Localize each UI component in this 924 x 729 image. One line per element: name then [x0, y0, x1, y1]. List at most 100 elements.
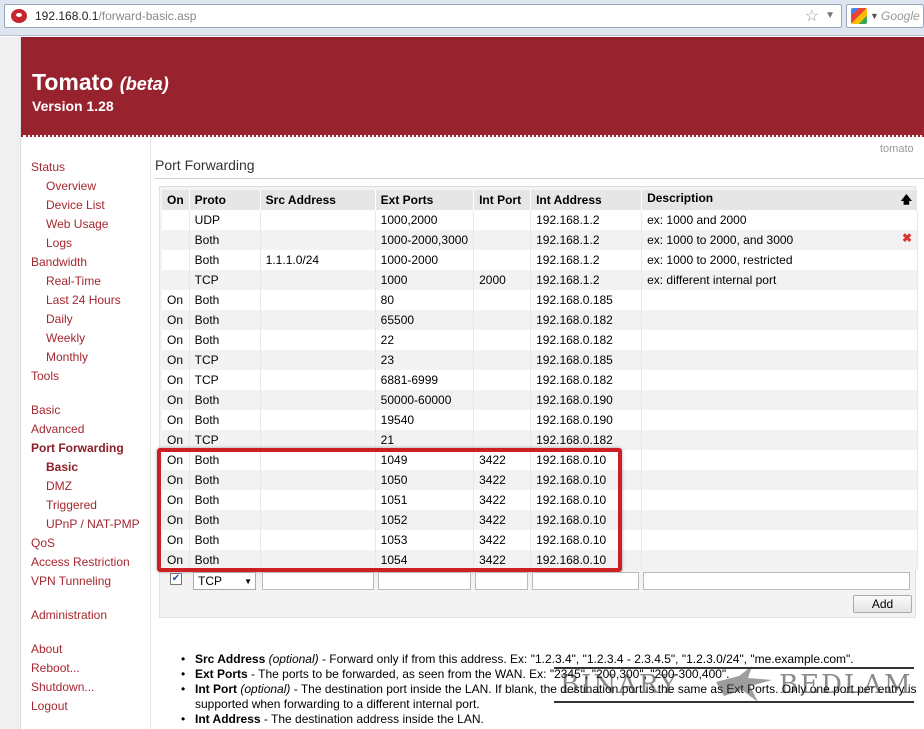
nav-daily[interactable]: Daily	[46, 312, 73, 326]
cell-ext-ports[interactable]: 23	[375, 350, 475, 370]
col-header-src-address[interactable]: Src Address	[260, 190, 376, 210]
table-row[interactable]: On Both 80 192.168.0.185	[162, 290, 919, 310]
cell-proto[interactable]: TCP	[189, 270, 261, 290]
cell-src-address[interactable]	[260, 330, 376, 350]
cell-ext-ports[interactable]: 50000-60000	[375, 390, 475, 410]
table-row[interactable]: On TCP 6881-6999 192.168.0.182	[162, 370, 919, 390]
cell-int-address[interactable]: 192.168.1.2	[530, 230, 643, 250]
cell-int-port[interactable]: 3422	[473, 530, 532, 550]
cell-description[interactable]	[641, 350, 919, 370]
cell-int-port[interactable]: 3422	[473, 490, 532, 510]
cell-int-port[interactable]	[473, 310, 532, 330]
cell-description[interactable]	[641, 330, 919, 350]
table-row[interactable]: On Both 1049 3422 192.168.0.10	[162, 450, 919, 470]
cell-proto[interactable]: Both	[189, 530, 261, 550]
chevron-down-icon[interactable]: ▼	[825, 10, 835, 21]
cell-proto[interactable]: Both	[189, 470, 261, 490]
cell-src-address[interactable]	[260, 550, 376, 570]
table-row[interactable]: On Both 65500 192.168.0.182	[162, 310, 919, 330]
table-row[interactable]: On Both 1051 3422 192.168.0.10	[162, 490, 919, 510]
nav-upnp[interactable]: UPnP / NAT-PMP	[46, 517, 140, 531]
cell-proto[interactable]: UDP	[189, 210, 261, 230]
cell-int-address[interactable]: 192.168.0.185	[530, 350, 643, 370]
cell-ext-ports[interactable]: 1050	[375, 470, 475, 490]
cell-int-port[interactable]: 3422	[473, 450, 532, 470]
cell-description[interactable]	[641, 450, 919, 470]
nav-qos[interactable]: QoS	[31, 536, 55, 550]
col-header-on[interactable]: On	[162, 190, 190, 210]
cell-on[interactable]	[162, 270, 190, 290]
table-row[interactable]: Both 1000-2000,3000 192.168.1.2 ex: 1000 to…	[162, 230, 919, 250]
cell-int-port[interactable]: 3422	[473, 550, 532, 570]
cell-description[interactable]: ex: 1000 to 2000, restricted	[641, 250, 919, 270]
table-row[interactable]: On TCP 21 192.168.0.182	[162, 430, 919, 450]
cell-ext-ports[interactable]: 1000-2000,3000	[375, 230, 475, 250]
nav-pf-basic[interactable]: Basic	[46, 460, 78, 474]
cell-proto[interactable]: Both	[189, 550, 261, 570]
cell-src-address[interactable]	[260, 210, 376, 230]
cell-int-address[interactable]: 192.168.0.10	[530, 450, 643, 470]
cell-int-address[interactable]: 192.168.0.10	[530, 490, 643, 510]
cell-int-port[interactable]	[473, 210, 532, 230]
table-row[interactable]: On Both 50000-60000 192.168.0.190	[162, 390, 919, 410]
cell-int-address[interactable]: 192.168.0.182	[530, 330, 643, 350]
nav-logs[interactable]: Logs	[46, 236, 72, 250]
cell-proto[interactable]: Both	[189, 510, 261, 530]
cell-description[interactable]	[641, 370, 919, 390]
cell-on[interactable]: On	[162, 530, 190, 550]
nav-administration[interactable]: Administration	[31, 608, 107, 622]
cell-src-address[interactable]	[260, 230, 376, 250]
cell-on[interactable]: On	[162, 350, 190, 370]
cell-int-port[interactable]	[473, 250, 532, 270]
cell-int-port[interactable]: 3422	[473, 470, 532, 490]
cell-proto[interactable]: Both	[189, 290, 261, 310]
col-header-proto[interactable]: Proto	[189, 190, 261, 210]
cell-ext-ports[interactable]: 65500	[375, 310, 475, 330]
cell-src-address[interactable]	[260, 370, 376, 390]
cell-int-address[interactable]: 192.168.0.182	[530, 430, 643, 450]
nav-overview[interactable]: Overview	[46, 179, 96, 193]
cell-ext-ports[interactable]: 19540	[375, 410, 475, 430]
new-ext-ports-input[interactable]	[378, 572, 471, 590]
cell-int-address[interactable]: 192.168.0.182	[530, 310, 643, 330]
cell-description[interactable]: ex: 1000 to 2000, and 3000	[641, 230, 919, 250]
cell-on[interactable]: On	[162, 550, 190, 570]
table-row[interactable]: On Both 22 192.168.0.182	[162, 330, 919, 350]
cell-int-address[interactable]: 192.168.1.2	[530, 210, 643, 230]
col-header-ext-ports[interactable]: Ext Ports	[375, 190, 475, 210]
cell-int-address[interactable]: 192.168.0.10	[530, 550, 643, 570]
cell-int-port[interactable]: 2000	[473, 270, 532, 290]
cell-description[interactable]	[641, 530, 919, 550]
nav-logout[interactable]: Logout	[31, 699, 68, 713]
cell-int-port[interactable]: 3422	[473, 510, 532, 530]
cell-on[interactable]: On	[162, 310, 190, 330]
nav-triggered[interactable]: Triggered	[46, 498, 97, 512]
cell-int-address[interactable]: 192.168.0.185	[530, 290, 643, 310]
nav-access-restriction[interactable]: Access Restriction	[31, 555, 130, 569]
nav-about[interactable]: About	[31, 642, 62, 656]
cell-ext-ports[interactable]: 1051	[375, 490, 475, 510]
cell-src-address[interactable]	[260, 430, 376, 450]
cell-description[interactable]	[641, 490, 919, 510]
table-row[interactable]: UDP 1000,2000 192.168.1.2 ex: 1000 and 2000	[162, 210, 919, 230]
table-row[interactable]: On Both 1050 3422 192.168.0.10	[162, 470, 919, 490]
cell-on[interactable]: On	[162, 510, 190, 530]
nav-weekly[interactable]: Weekly	[46, 331, 85, 345]
cell-description[interactable]	[641, 550, 919, 570]
cell-src-address[interactable]	[260, 410, 376, 430]
cell-int-port[interactable]	[473, 350, 532, 370]
cell-on[interactable]	[162, 230, 190, 250]
cell-proto[interactable]: Both	[189, 410, 261, 430]
cell-proto[interactable]: TCP	[189, 430, 261, 450]
nav-web-usage[interactable]: Web Usage	[46, 217, 108, 231]
cell-int-address[interactable]: 192.168.0.10	[530, 530, 643, 550]
cell-proto[interactable]: Both	[189, 230, 261, 250]
cell-ext-ports[interactable]: 80	[375, 290, 475, 310]
cell-description[interactable]	[641, 290, 919, 310]
cell-on[interactable]: On	[162, 490, 190, 510]
cell-on[interactable]: On	[162, 470, 190, 490]
col-header-description[interactable]: Description 🡅	[641, 190, 919, 210]
cell-on[interactable]: On	[162, 290, 190, 310]
cell-on[interactable]: On	[162, 430, 190, 450]
nav-bandwidth[interactable]: Bandwidth	[31, 255, 87, 269]
